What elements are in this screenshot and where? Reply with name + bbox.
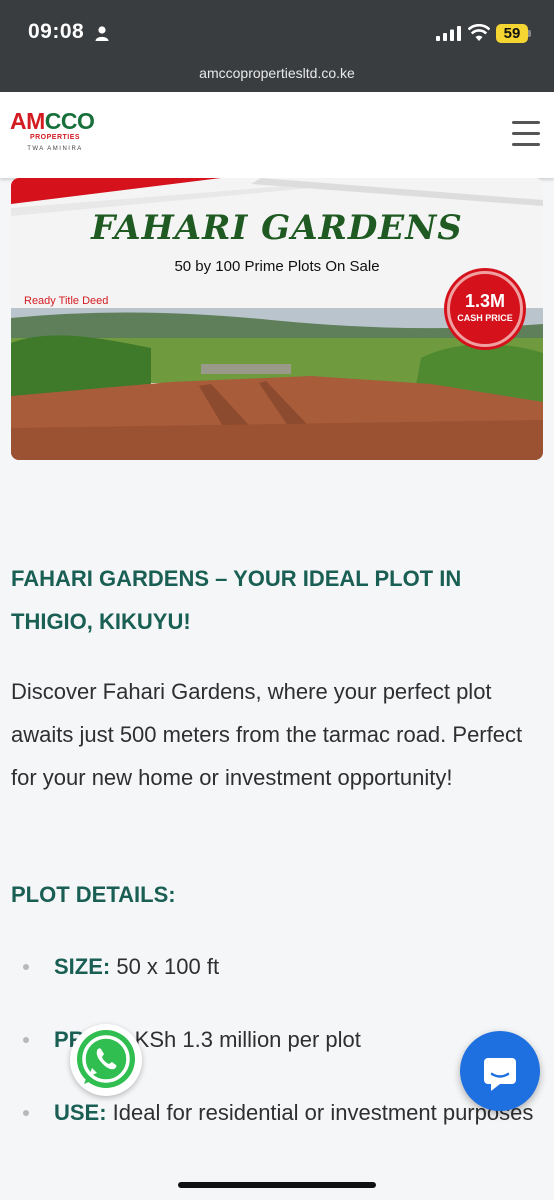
status-bar: 09:08 59 amccopropertiesltd.co.ke: [0, 0, 554, 92]
battery-tip: [528, 30, 531, 37]
menu-icon[interactable]: [512, 121, 542, 147]
hero-subtitle: 50 by 100 Prime Plots On Sale: [174, 258, 380, 275]
logo-text-am: AM: [10, 108, 45, 134]
whatsapp-icon: [77, 1030, 135, 1088]
article-heading: FAHARI GARDENS – YOUR IDEAL PLOT IN THIG…: [11, 566, 462, 634]
plot-details-heading: PLOT DETAILS:: [11, 882, 176, 907]
address-bar-url[interactable]: amccopropertiesltd.co.ke: [0, 65, 554, 81]
logo-tagline: TWA AMINIRA: [27, 146, 83, 152]
detail-label: SIZE:: [54, 954, 111, 979]
logo-subtitle: PROPERTIES: [29, 134, 81, 141]
person-icon: [95, 26, 109, 41]
cash-price-badge: 1.3M CASH PRICE: [447, 271, 523, 347]
site-header: AMCCO PROPERTIES TWA AMINIRA: [0, 92, 554, 178]
chat-button[interactable]: [460, 1031, 540, 1111]
article-paragraph: Discover Fahari Gardens, where your perf…: [11, 679, 523, 790]
badge-label: CASH PRICE: [457, 313, 513, 323]
home-indicator: [178, 1182, 376, 1188]
hero-banner-image: FAHARI GARDENS 50 by 100 Prime Plots On …: [11, 178, 543, 460]
detail-value: 50 x 100 ft: [110, 954, 220, 979]
detail-label: USE:: [54, 1100, 107, 1125]
list-item: SIZE: 50 x 100 ft: [11, 945, 546, 988]
battery-level: 59: [496, 24, 528, 43]
chat-icon: [484, 1058, 516, 1091]
hero-title: FAHARI GARDENS: [91, 208, 463, 248]
logo-text-cco: CCO: [44, 108, 95, 134]
badge-amount: 1.3M: [464, 291, 506, 311]
detail-value: KSh 1.3 million per plot: [128, 1027, 361, 1052]
status-time: 09:08: [28, 20, 85, 43]
signal-icon: [436, 26, 461, 41]
hero-title-deed-label: Ready Title Deed: [24, 295, 109, 307]
whatsapp-button[interactable]: [70, 1024, 142, 1096]
wifi-icon: [468, 24, 490, 41]
site-logo[interactable]: AMCCO PROPERTIES TWA AMINIRA: [10, 109, 110, 163]
